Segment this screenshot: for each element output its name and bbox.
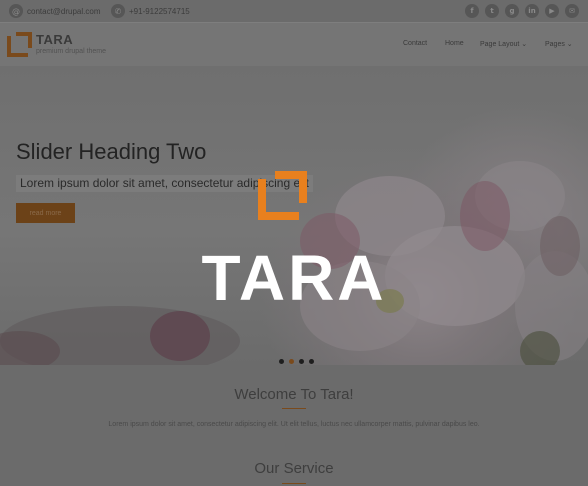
- read-more-button[interactable]: read more: [16, 203, 75, 223]
- nav-page-layout[interactable]: Page Layout ⌄: [480, 40, 527, 48]
- contact-phone-text: +91-9122574715: [129, 6, 190, 16]
- contact-email-text: contact@drupal.com: [27, 6, 101, 16]
- email-icon: @: [9, 4, 23, 18]
- slider-dot-4[interactable]: [309, 359, 314, 364]
- logo-title[interactable]: TARA: [36, 32, 73, 47]
- logo-subtitle: premium drupal theme: [36, 48, 107, 55]
- welcome-text: Lorem ipsum dolor sit amet, consectetur …: [108, 421, 480, 428]
- contact-email[interactable]: @ contact@drupal.com: [9, 3, 101, 19]
- welcome-divider: [282, 408, 306, 409]
- youtube-icon[interactable]: ▶: [545, 4, 559, 18]
- twitter-icon[interactable]: t: [485, 4, 499, 18]
- google-plus-icon[interactable]: g: [505, 4, 519, 18]
- site-header: TARA premium drupal theme Contact Home P…: [0, 22, 588, 66]
- mail-icon[interactable]: ✉: [565, 4, 579, 18]
- splash-title: TARA: [201, 242, 387, 314]
- nav-pages[interactable]: Pages ⌄: [545, 40, 573, 48]
- nav-home[interactable]: Home: [445, 40, 464, 47]
- service-divider: [282, 483, 306, 484]
- welcome-section: Welcome To Tara! Lorem ipsum dolor sit a…: [0, 365, 588, 486]
- facebook-icon[interactable]: f: [465, 4, 479, 18]
- slider-dot-3[interactable]: [299, 359, 304, 364]
- contact-phone[interactable]: ✆ +91-9122574715: [111, 3, 190, 19]
- top-bar: @ contact@drupal.com ✆ +91-9122574715 f …: [0, 0, 588, 22]
- slider-heading: Slider Heading Two: [16, 139, 207, 164]
- nav-contact[interactable]: Contact: [403, 40, 427, 47]
- splash-logo-icon: [258, 171, 307, 220]
- slider-dot-1[interactable]: [279, 359, 284, 364]
- linkedin-icon[interactable]: in: [525, 4, 539, 18]
- phone-icon: ✆: [111, 4, 125, 18]
- slider-dot-2[interactable]: [289, 359, 294, 364]
- service-title: Our Service: [254, 460, 334, 477]
- logo-mark-icon[interactable]: [7, 32, 32, 57]
- welcome-title: Welcome To Tara!: [234, 386, 354, 403]
